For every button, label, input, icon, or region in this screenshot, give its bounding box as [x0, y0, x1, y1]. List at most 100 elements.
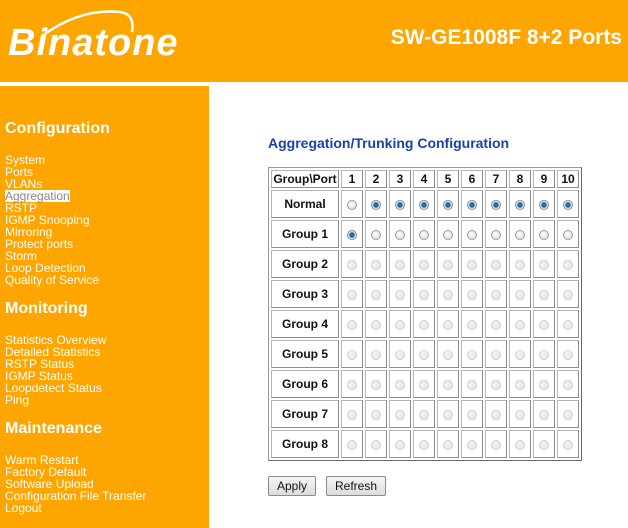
port-cell	[533, 280, 555, 308]
port-radio	[491, 409, 501, 420]
port-cell	[341, 400, 363, 428]
port-radio	[563, 349, 573, 360]
port-radio[interactable]	[395, 199, 405, 210]
port-header-6: 6	[461, 170, 483, 188]
port-cell	[389, 250, 411, 278]
port-radio	[563, 319, 573, 330]
port-radio[interactable]	[467, 229, 477, 240]
port-radio	[419, 439, 429, 450]
port-radio	[491, 289, 501, 300]
table-row: Group 4	[271, 310, 579, 338]
port-cell	[365, 250, 387, 278]
port-radio	[347, 409, 357, 420]
port-cell	[437, 250, 459, 278]
port-radio	[467, 379, 477, 390]
port-cell	[341, 310, 363, 338]
port-cell	[389, 220, 411, 248]
port-cell	[485, 280, 507, 308]
port-cell	[341, 250, 363, 278]
port-radio	[491, 349, 501, 360]
port-radio	[467, 319, 477, 330]
row-label: Group 7	[271, 400, 339, 428]
port-cell	[341, 220, 363, 248]
table-row: Normal	[271, 190, 579, 218]
product-title: SW-GE1008F 8+2 Ports	[390, 26, 622, 49]
port-cell	[557, 190, 579, 218]
port-radio[interactable]	[539, 229, 549, 240]
table-row: Group 1	[271, 220, 579, 248]
port-cell	[389, 190, 411, 218]
port-cell	[461, 220, 483, 248]
port-cell	[413, 280, 435, 308]
port-radio[interactable]	[347, 199, 357, 210]
port-radio	[395, 439, 405, 450]
port-radio[interactable]	[347, 229, 357, 240]
port-cell	[461, 340, 483, 368]
port-radio	[515, 439, 525, 450]
port-radio	[539, 439, 549, 450]
port-cell	[461, 250, 483, 278]
port-radio[interactable]	[515, 199, 525, 210]
port-cell	[509, 310, 531, 338]
port-radio	[347, 439, 357, 450]
port-cell	[557, 400, 579, 428]
port-radio[interactable]	[443, 229, 453, 240]
port-cell	[485, 370, 507, 398]
port-cell	[557, 220, 579, 248]
port-radio	[419, 349, 429, 360]
port-radio[interactable]	[443, 199, 453, 210]
port-radio	[515, 349, 525, 360]
port-radio[interactable]	[491, 229, 501, 240]
port-radio	[443, 439, 453, 450]
port-radio	[467, 289, 477, 300]
port-radio[interactable]	[563, 199, 573, 210]
port-radio	[395, 409, 405, 420]
port-cell	[485, 310, 507, 338]
port-cell	[509, 340, 531, 368]
port-cell	[509, 250, 531, 278]
port-radio	[443, 259, 453, 270]
menu-configuration: System Ports VLANs Aggregation RSTP IGMP…	[5, 154, 99, 286]
port-radio	[419, 409, 429, 420]
apply-button[interactable]: Apply	[268, 476, 317, 496]
port-radio[interactable]	[539, 199, 549, 210]
port-radio	[515, 379, 525, 390]
port-cell	[461, 280, 483, 308]
port-radio	[563, 409, 573, 420]
port-radio	[563, 259, 573, 270]
section-title-maintenance: Maintenance	[5, 420, 102, 437]
sidebar-item-logout[interactable]: Logout	[5, 502, 42, 514]
port-radio	[491, 259, 501, 270]
row-label: Group 8	[271, 430, 339, 458]
refresh-button[interactable]: Refresh	[326, 476, 387, 496]
port-radio	[539, 409, 549, 420]
menu-monitoring: Statistics Overview Detailed Statistics …	[5, 334, 106, 406]
row-label: Group 1	[271, 220, 339, 248]
port-radio[interactable]	[563, 229, 573, 240]
port-radio	[395, 319, 405, 330]
port-radio	[443, 349, 453, 360]
port-radio[interactable]	[371, 229, 381, 240]
port-radio	[467, 409, 477, 420]
port-radio[interactable]	[395, 229, 405, 240]
section-title-monitoring: Monitoring	[5, 300, 88, 317]
sidebar-item-ping[interactable]: Ping	[5, 394, 29, 406]
sidebar-item-qos[interactable]: Quality of Service	[5, 274, 99, 286]
port-radio	[539, 259, 549, 270]
port-cell	[461, 370, 483, 398]
port-cell	[341, 340, 363, 368]
table-row: Group 7	[271, 400, 579, 428]
port-radio[interactable]	[515, 229, 525, 240]
port-cell	[437, 280, 459, 308]
port-radio[interactable]	[467, 199, 477, 210]
port-radio[interactable]	[371, 199, 381, 210]
port-radio	[395, 259, 405, 270]
port-cell	[485, 250, 507, 278]
port-cell	[509, 400, 531, 428]
port-radio[interactable]	[491, 199, 501, 210]
port-radio[interactable]	[419, 229, 429, 240]
port-radio	[491, 319, 501, 330]
port-cell	[365, 190, 387, 218]
port-radio[interactable]	[419, 199, 429, 210]
port-cell	[413, 400, 435, 428]
